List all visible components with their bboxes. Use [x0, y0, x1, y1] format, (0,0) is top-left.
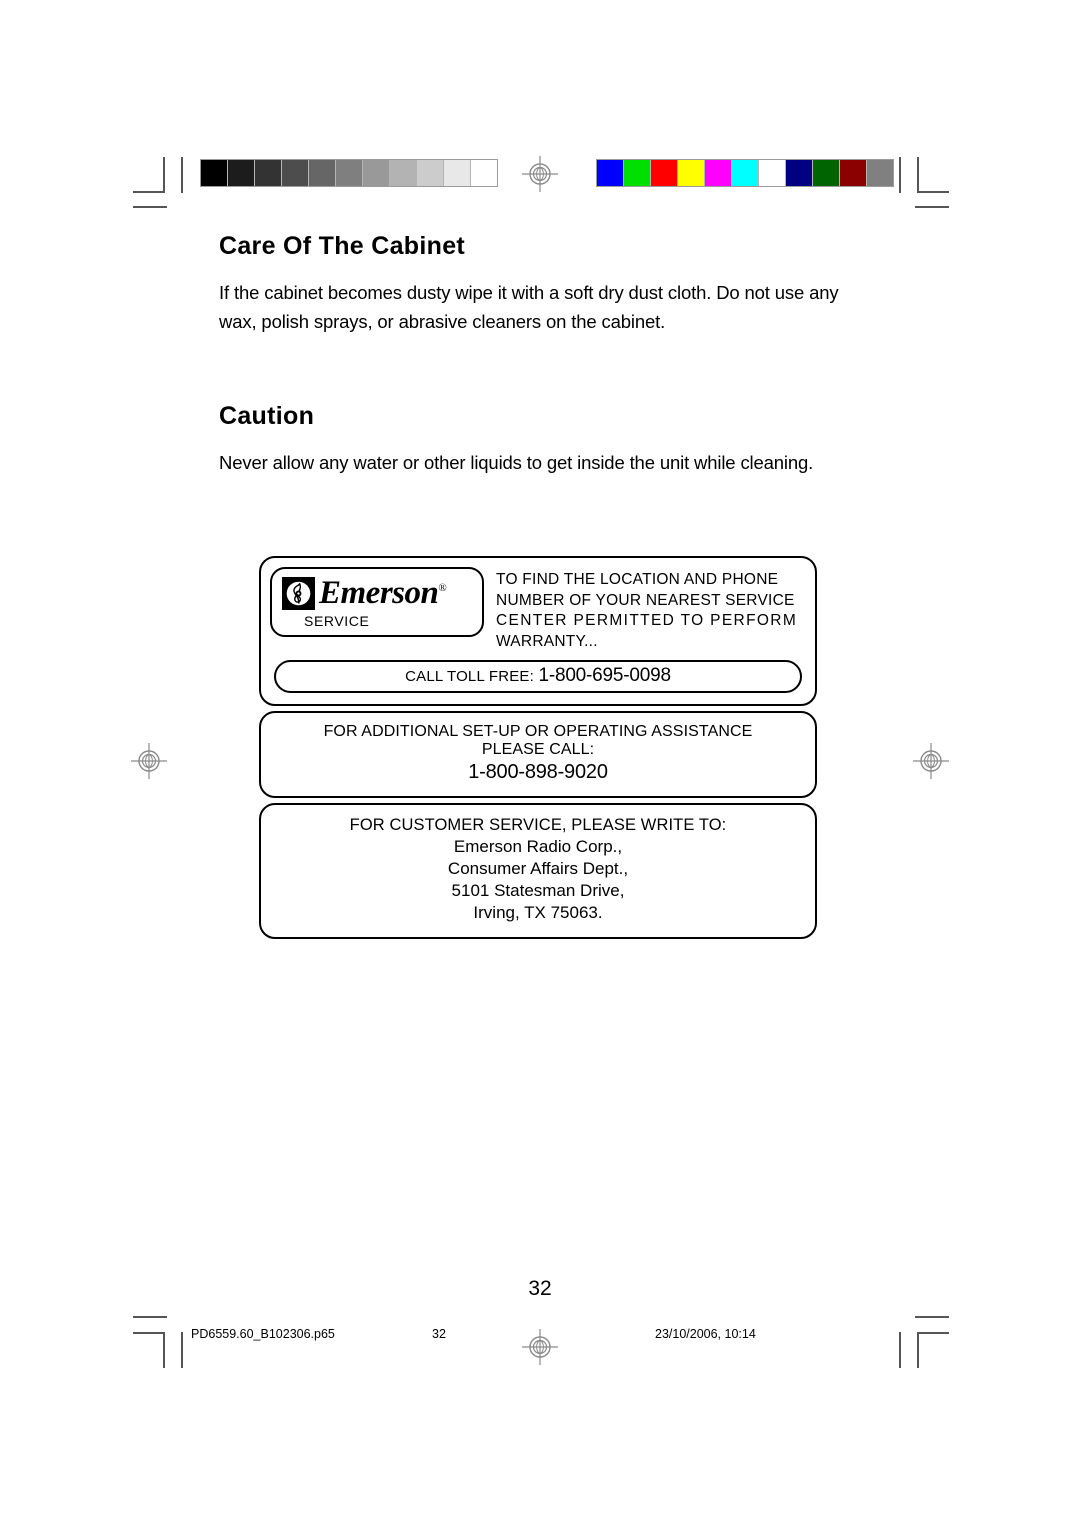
- calibration-swatch: [390, 160, 417, 186]
- crop-tick-tl-vertical: [181, 157, 183, 193]
- footer-page-number: 32: [432, 1327, 446, 1341]
- customer-service-heading: FOR CUSTOMER SERVICE, PLEASE WRITE TO:: [349, 816, 727, 835]
- calibration-swatch: [363, 160, 390, 186]
- assistance-phone-number: 1-800-898-9020: [468, 761, 608, 784]
- registration-target-top: [522, 156, 558, 192]
- page-title: Care Of The Cabinet: [219, 232, 466, 260]
- address-line-4: Irving, TX 75063.: [473, 903, 603, 923]
- print-footer: PD6559.60_B102306.p65 32 23/10/2006, 10:…: [0, 1327, 1080, 1347]
- assistance-line-1: FOR ADDITIONAL SET-UP OR OPERATING ASSIS…: [323, 723, 753, 741]
- footer-timestamp: 23/10/2006, 10:14: [655, 1327, 756, 1341]
- crop-mark-corner-tl-horizontal: [133, 191, 165, 193]
- calibration-swatch: [678, 160, 705, 186]
- caution-body: Never allow any water or other liquids t…: [219, 451, 814, 473]
- caution-title: Caution: [219, 402, 315, 431]
- calibration-swatch: [255, 160, 282, 186]
- customer-service-address-box: FOR CUSTOMER SERVICE, PLEASE WRITE TO: E…: [259, 803, 817, 940]
- crop-mark-corner-tr-horizontal: [917, 191, 949, 193]
- registration-target-left: [131, 743, 167, 779]
- address-line-2: Consumer Affairs Dept.,: [447, 859, 629, 879]
- crop-mark-corner-tl-vertical: [163, 157, 165, 193]
- warranty-instructions: TO FIND THE LOCATION AND PHONE NUMBER OF…: [484, 567, 806, 652]
- address-line-1: Emerson Radio Corp.,: [453, 837, 623, 857]
- calibration-swatch: [813, 160, 840, 186]
- crop-tick-tr-vertical: [899, 157, 901, 193]
- calibration-swatch: [309, 160, 336, 186]
- calibration-swatch: [651, 160, 678, 186]
- warranty-line-2: NUMBER OF YOUR NEAREST SERVICE: [496, 591, 795, 609]
- calibration-swatch: [201, 160, 228, 186]
- registration-target-right: [913, 743, 949, 779]
- crop-tick-br-dash: [915, 1316, 949, 1318]
- section-care-of-the-cabinet: Care Of The Cabinet If the cabinet becom…: [219, 232, 879, 337]
- grayscale-calibration-bar: [200, 159, 498, 187]
- calibration-swatch: [471, 160, 497, 186]
- emerson-service-logo-box: Emerson® SERVICE: [270, 567, 484, 637]
- emerson-wordmark: Emerson®: [319, 575, 447, 611]
- footer-file-name: PD6559.60_B102306.p65: [191, 1327, 335, 1341]
- calibration-swatch: [705, 160, 732, 186]
- warranty-line-3: CENTER PERMITTED TO PERFORM: [496, 612, 798, 630]
- warranty-line-4: WARRANTY...: [496, 632, 598, 650]
- calibration-swatch: [336, 160, 363, 186]
- calibration-swatch: [759, 160, 786, 186]
- toll-free-callout: CALL TOLL FREE: 1-800-695-0098: [274, 660, 802, 694]
- crop-tick-tl-dash: [133, 206, 167, 208]
- calibration-swatch: [228, 160, 255, 186]
- service-locator-box: Emerson® SERVICE TO FIND THE LOCATION AN…: [259, 556, 817, 707]
- crop-tick-tr-dash: [915, 206, 949, 208]
- calibration-swatch: [417, 160, 444, 186]
- calibration-swatch: [840, 160, 867, 186]
- treble-clef-icon: [282, 577, 315, 610]
- toll-free-number: 1-800-695-0098: [538, 665, 671, 687]
- color-calibration-bar: [596, 159, 894, 187]
- crop-mark-corner-tr-vertical: [917, 157, 919, 193]
- calibration-swatch: [597, 160, 624, 186]
- calibration-swatch: [786, 160, 813, 186]
- calibration-swatch: [624, 160, 651, 186]
- calibration-swatch: [282, 160, 309, 186]
- care-of-cabinet-body: If the cabinet becomes dusty wipe it wit…: [219, 281, 839, 333]
- page-number: 32: [528, 1277, 552, 1300]
- assistance-line-2: PLEASE CALL:: [481, 741, 595, 759]
- toll-free-label: CALL TOLL FREE:: [405, 668, 534, 686]
- logo-subtitle: SERVICE: [304, 613, 370, 629]
- calibration-swatch: [444, 160, 471, 186]
- service-information-panel: Emerson® SERVICE TO FIND THE LOCATION AN…: [259, 556, 817, 940]
- registered-trademark-icon: ®: [438, 582, 447, 594]
- calibration-swatch: [732, 160, 759, 186]
- calibration-swatch: [867, 160, 893, 186]
- page-content: Care Of The Cabinet If the cabinet becom…: [219, 232, 879, 478]
- warranty-line-1: TO FIND THE LOCATION AND PHONE: [496, 571, 779, 588]
- address-line-3: 5101 Statesman Drive,: [451, 881, 625, 901]
- crop-tick-bl-dash: [133, 1316, 167, 1318]
- setup-assistance-box: FOR ADDITIONAL SET-UP OR OPERATING ASSIS…: [259, 711, 817, 799]
- section-caution: Caution Never allow any water or other l…: [219, 403, 879, 477]
